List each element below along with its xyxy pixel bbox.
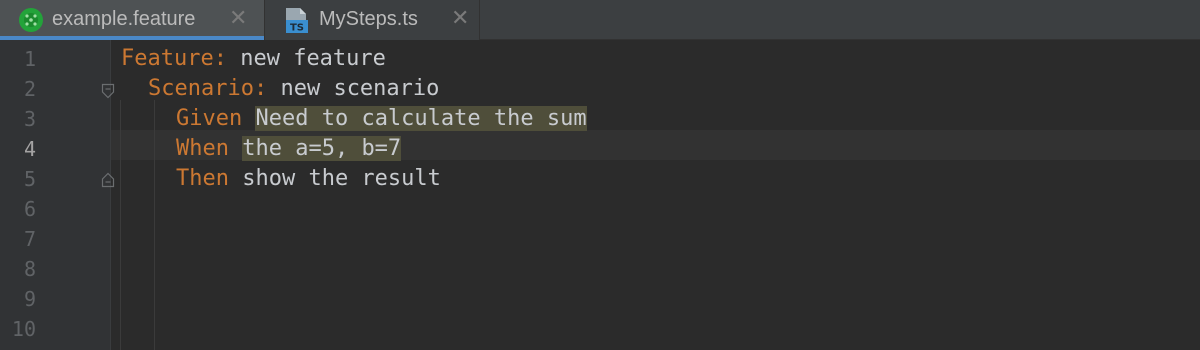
code-line-4[interactable]: When the a=5, b=7 bbox=[176, 134, 402, 164]
indent-guide bbox=[154, 100, 155, 350]
feature-name: new feature bbox=[226, 46, 386, 71]
line-number: 10 bbox=[11, 317, 36, 341]
ts-icon-label: TS bbox=[290, 23, 304, 34]
indent-guide bbox=[120, 100, 121, 350]
line-number: 7 bbox=[23, 227, 36, 251]
code-line-5[interactable]: Then show the result bbox=[176, 164, 441, 194]
step-text-then: show the result bbox=[228, 166, 441, 191]
keyword-scenario: Scenario: bbox=[148, 76, 268, 101]
keyword-given: Given bbox=[176, 106, 243, 131]
step-text-given: Need to calculate the sum bbox=[255, 106, 587, 131]
tab-example-feature[interactable]: example.feature ✕ bbox=[0, 0, 264, 40]
typescript-file-icon: TS bbox=[286, 8, 308, 34]
line-number: 3 bbox=[23, 107, 36, 131]
line-number: 8 bbox=[23, 257, 36, 281]
tab-label: MySteps.ts bbox=[319, 8, 418, 30]
tab-label: example.feature bbox=[52, 8, 196, 30]
line-number-gutter: 1 2 3 4 5 6 7 8 9 10 bbox=[0, 40, 110, 350]
code-line-2[interactable]: Scenario: new scenario bbox=[148, 74, 439, 104]
keyword-when: When bbox=[176, 136, 229, 161]
tab-mysteps-ts[interactable]: TS MySteps.ts ✕ bbox=[264, 0, 480, 40]
ide-editor-window: example.feature ✕ TS MySteps.ts ✕ 1 2 3 … bbox=[0, 0, 1200, 350]
close-icon[interactable]: ✕ bbox=[229, 7, 247, 31]
line-number: 1 bbox=[23, 47, 36, 71]
editor-tab-bar: example.feature ✕ TS MySteps.ts ✕ bbox=[0, 0, 1200, 40]
line-number: 9 bbox=[23, 287, 36, 311]
cucumber-icon bbox=[19, 8, 43, 32]
code-line-3[interactable]: Given Need to calculate the sum bbox=[176, 104, 587, 134]
scenario-name: new scenario bbox=[267, 76, 440, 101]
line-number: 2 bbox=[23, 77, 36, 101]
keyword-then: Then bbox=[176, 166, 229, 191]
step-text-when: the a=5, b=7 bbox=[242, 136, 402, 161]
keyword-feature: Feature: bbox=[121, 46, 227, 71]
line-number: 5 bbox=[23, 167, 36, 191]
close-icon[interactable]: ✕ bbox=[451, 7, 469, 31]
code-line-1[interactable]: Feature: new feature bbox=[121, 44, 386, 74]
code-editor[interactable]: Feature: new feature Scenario: new scena… bbox=[111, 40, 1200, 350]
line-number-current: 4 bbox=[23, 137, 36, 161]
line-number: 6 bbox=[23, 197, 36, 221]
